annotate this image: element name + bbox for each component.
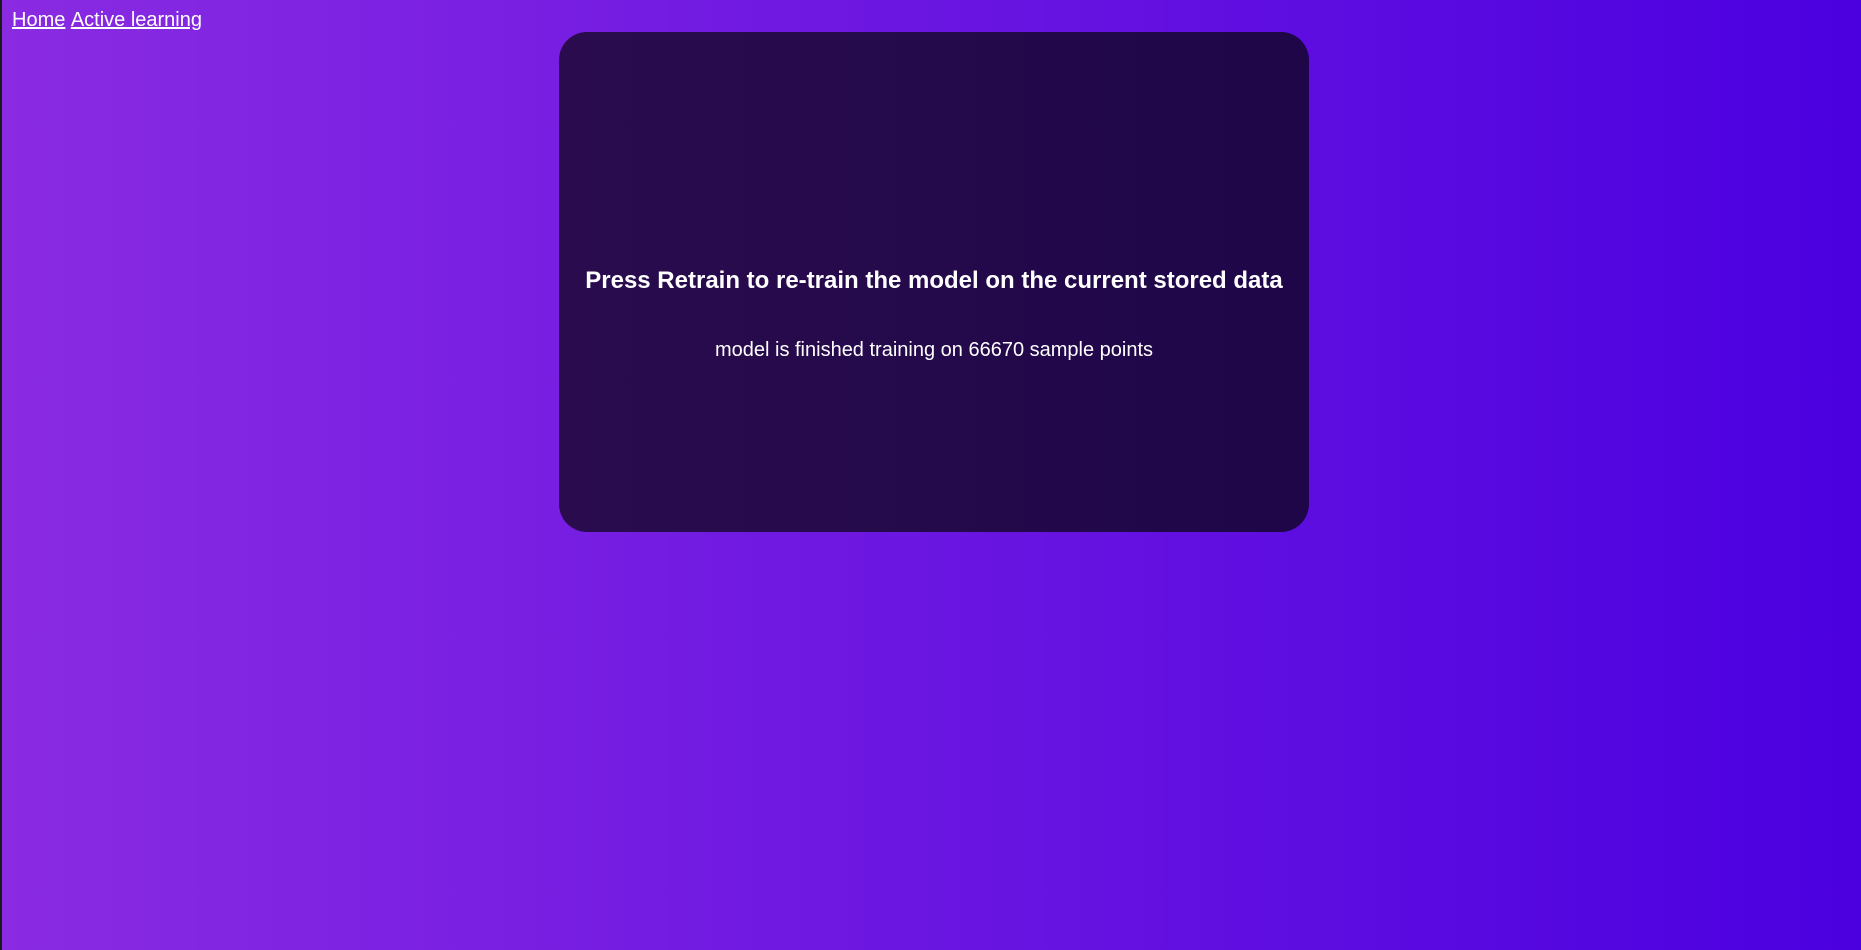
home-link[interactable]: Home <box>12 9 65 31</box>
retrain-card: Press Retrain to re-train the model on t… <box>559 32 1309 532</box>
top-nav: Home Active learning <box>12 8 203 32</box>
training-status: model is finished training on 66670 samp… <box>714 339 1154 361</box>
page: { "nav": { "home_label": "Home", "active… <box>0 0 1861 950</box>
active-learning-link[interactable]: Active learning <box>71 9 202 31</box>
card-title: Press Retrain to re-train the model on t… <box>585 267 1283 294</box>
